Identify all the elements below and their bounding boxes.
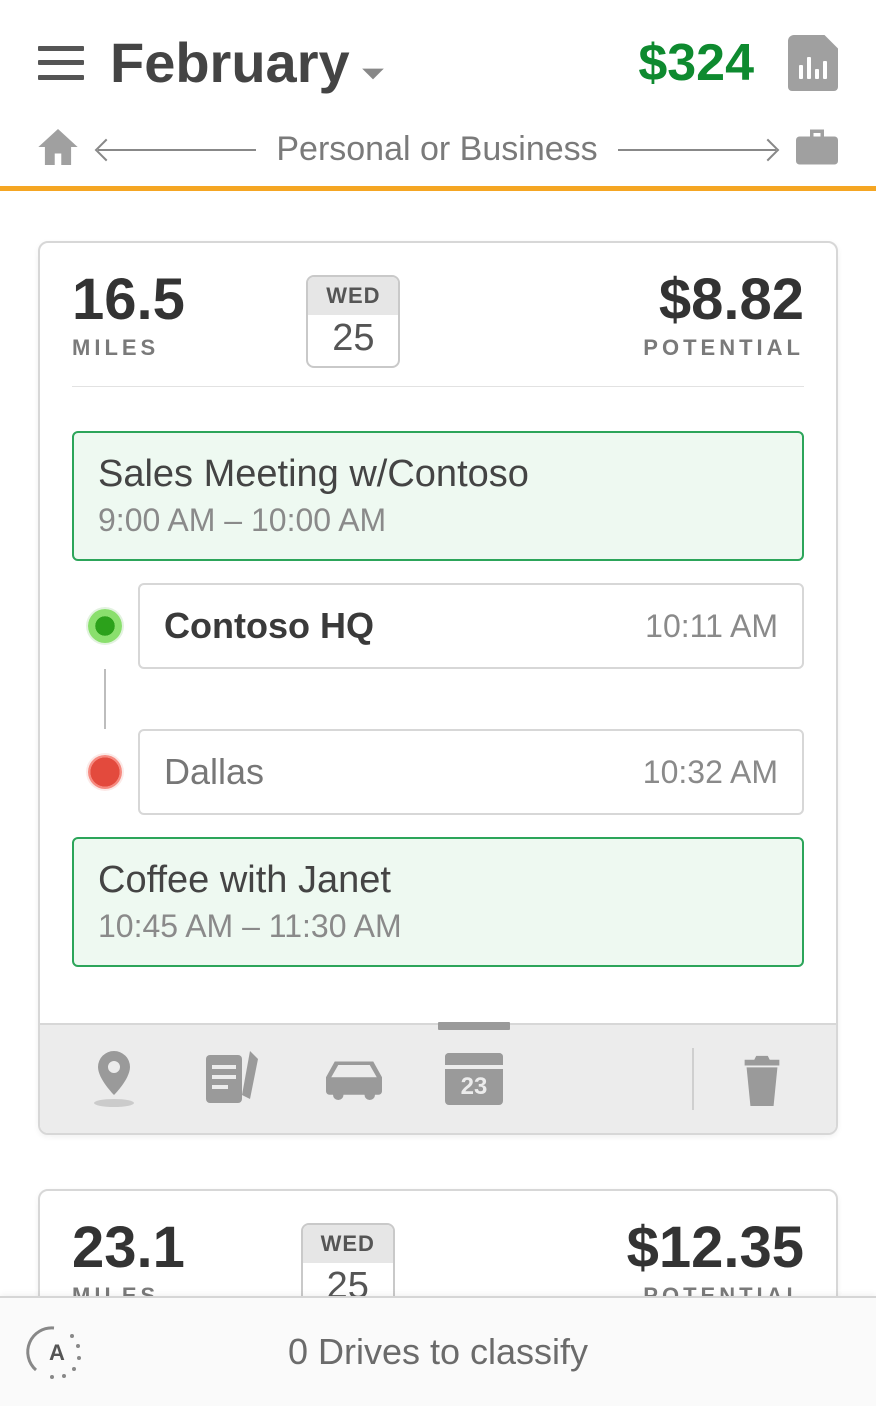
drive-card[interactable]: 16.5 MILES WED 25 $8.82 POTENTIAL Sales … [38,241,838,1135]
end-location-name: Dallas [164,751,264,793]
auto-classify-badge[interactable]: A [24,1322,84,1382]
potential-metric: $12.35 POTENTIAL [627,1219,804,1296]
day-of-week: WED [308,277,398,315]
classify-hint-label: Personal or Business [276,130,597,169]
month-selector[interactable]: February [110,30,386,95]
route-connector [72,669,804,729]
swipe-right-arrow [618,149,776,151]
event-title: Coffee with Janet [98,859,778,902]
drives-list[interactable]: 16.5 MILES WED 25 $8.82 POTENTIAL Sales … [0,191,876,1296]
location-button[interactable] [72,1044,156,1114]
route-end-row: Dallas 10:32 AM [72,729,804,815]
event-title: Sales Meeting w/Contoso [98,453,778,496]
drive-card-header: 16.5 MILES WED 25 $8.82 POTENTIAL [40,243,836,386]
end-location-field[interactable]: Dallas 10:32 AM [138,729,804,815]
calendar-icon-number: 23 [461,1073,488,1101]
drive-card-footer: 23 [40,1023,836,1133]
day-number: 25 [308,315,398,366]
calendar-event[interactable]: Sales Meeting w/Contoso 9:00 AM – 10:00 … [72,431,804,561]
date-chip[interactable]: WED 25 [301,1223,395,1296]
chevron-down-icon [360,30,386,95]
month-label: February [110,30,350,95]
footer-divider [692,1048,694,1110]
miles-value: 23.1 [72,1219,185,1277]
drive-card[interactable]: 23.1 MILES WED 25 $12.35 POTENTIAL [38,1189,838,1296]
start-location-name: Contoso HQ [164,605,374,647]
event-time: 9:00 AM – 10:00 AM [98,502,778,539]
miles-value: 16.5 [72,271,185,329]
potential-value: $12.35 [627,1219,804,1277]
date-chip[interactable]: WED 25 [306,275,400,368]
potential-metric: $8.82 POTENTIAL [643,271,804,361]
delete-button[interactable] [720,1044,804,1114]
drive-card-body: Sales Meeting w/Contoso 9:00 AM – 10:00 … [40,387,836,1023]
drives-to-classify-label: 0 Drives to classify [84,1331,792,1373]
home-icon[interactable] [38,129,78,170]
bar-chart-icon [799,57,827,79]
potential-label: POTENTIAL [643,335,804,361]
reports-button[interactable] [788,35,838,91]
end-location-time: 10:32 AM [643,754,778,791]
monthly-total[interactable]: $324 [638,33,754,93]
svg-text:A: A [49,1340,65,1365]
day-of-week: WED [303,1225,393,1263]
vehicle-button[interactable] [312,1044,396,1114]
briefcase-icon[interactable] [796,129,838,170]
start-location-time: 10:11 AM [645,608,778,645]
start-location-field[interactable]: Contoso HQ 10:11 AM [138,583,804,669]
classify-hint-row: Personal or Business [0,115,876,186]
calendar-event[interactable]: Coffee with Janet 10:45 AM – 11:30 AM [72,837,804,967]
top-bar: February $324 [0,0,876,115]
day-number: 25 [303,1263,393,1296]
potential-value: $8.82 [643,271,804,329]
calendar-icon: 23 [445,1053,503,1105]
miles-metric: 16.5 MILES [72,271,185,361]
route-start-row: Contoso HQ 10:11 AM [72,583,804,669]
calendar-button[interactable]: 23 [432,1044,516,1114]
event-time: 10:45 AM – 11:30 AM [98,908,778,945]
swipe-left-arrow [98,149,256,151]
miles-label: MILES [72,335,185,361]
potential-label: POTENTIAL [627,1283,804,1296]
miles-metric: 23.1 MILES [72,1219,185,1296]
bottom-bar: A 0 Drives to classify [0,1296,876,1406]
notes-button[interactable] [192,1044,276,1114]
miles-label: MILES [72,1283,185,1296]
drive-card-header: 23.1 MILES WED 25 $12.35 POTENTIAL [40,1191,836,1296]
end-marker-icon [88,755,122,789]
menu-icon[interactable] [38,46,84,80]
start-marker-icon [88,609,122,643]
